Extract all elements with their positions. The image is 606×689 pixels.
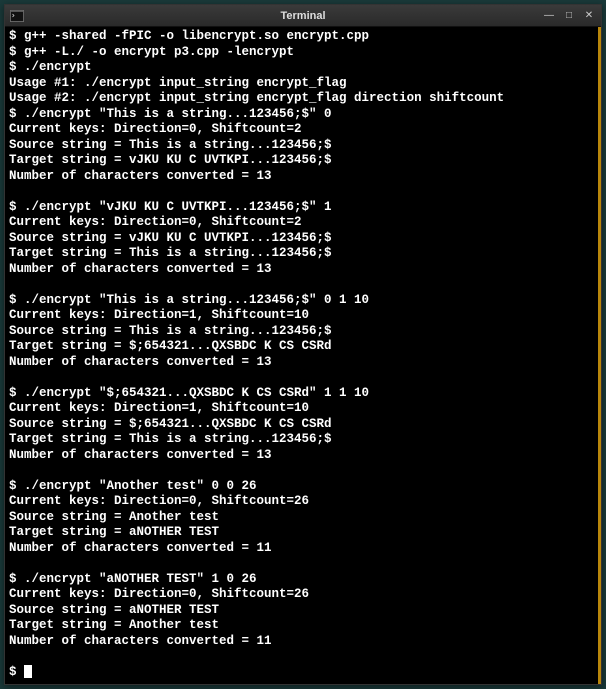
terminal-line: Number of characters converted = 13 xyxy=(9,169,594,185)
terminal-line xyxy=(9,556,594,572)
terminal-line xyxy=(9,463,594,479)
terminal-line xyxy=(9,277,594,293)
terminal-line: Current keys: Direction=0, Shiftcount=26 xyxy=(9,494,594,510)
terminal-line: Source string = $;654321...QXSBDC K CS C… xyxy=(9,417,594,433)
maximize-button[interactable]: □ xyxy=(561,9,577,23)
window-controls: — □ ✕ xyxy=(541,9,601,23)
terminal-line: $ ./encrypt xyxy=(9,60,594,76)
terminal-line xyxy=(9,184,594,200)
terminal-line: $ ./encrypt "Another test" 0 0 26 xyxy=(9,479,594,495)
cursor xyxy=(24,665,32,678)
minimize-button[interactable]: — xyxy=(541,9,557,23)
prompt-line[interactable]: $ xyxy=(9,665,594,681)
terminal-line: Current keys: Direction=0, Shiftcount=2 xyxy=(9,215,594,231)
terminal-line: $ ./encrypt "This is a string...123456;$… xyxy=(9,293,594,309)
terminal-line: $ ./encrypt "$;654321...QXSBDC K CS CSRd… xyxy=(9,386,594,402)
terminal-line: $ ./encrypt "This is a string...123456;$… xyxy=(9,107,594,123)
terminal-line: Current keys: Direction=0, Shiftcount=26 xyxy=(9,587,594,603)
terminal-line: Source string = This is a string...12345… xyxy=(9,324,594,340)
terminal-body[interactable]: $ g++ -shared -fPIC -o libencrypt.so enc… xyxy=(5,27,601,684)
terminal-line xyxy=(9,370,594,386)
terminal-line xyxy=(9,649,594,665)
close-button[interactable]: ✕ xyxy=(581,9,597,23)
terminal-line: Target string = $;654321...QXSBDC K CS C… xyxy=(9,339,594,355)
terminal-line: Current keys: Direction=1, Shiftcount=10 xyxy=(9,401,594,417)
window-title: Terminal xyxy=(5,10,601,22)
terminal-line: Source string = aNOTHER TEST xyxy=(9,603,594,619)
terminal-line: $ g++ -L./ -o encrypt p3.cpp -lencrypt xyxy=(9,45,594,61)
terminal-line: Number of characters converted = 13 xyxy=(9,448,594,464)
terminal-output: $ g++ -shared -fPIC -o libencrypt.so enc… xyxy=(9,29,594,665)
terminal-line: Number of characters converted = 11 xyxy=(9,541,594,557)
terminal-line: Target string = aNOTHER TEST xyxy=(9,525,594,541)
terminal-line: Current keys: Direction=0, Shiftcount=2 xyxy=(9,122,594,138)
terminal-line: Number of characters converted = 13 xyxy=(9,262,594,278)
terminal-line: Number of characters converted = 11 xyxy=(9,634,594,650)
terminal-icon xyxy=(9,8,25,24)
titlebar[interactable]: Terminal — □ ✕ xyxy=(5,5,601,27)
terminal-line: $ ./encrypt "vJKU KU C UVTKPI...123456;$… xyxy=(9,200,594,216)
terminal-line: Current keys: Direction=1, Shiftcount=10 xyxy=(9,308,594,324)
terminal-window: Terminal — □ ✕ $ g++ -shared -fPIC -o li… xyxy=(4,4,602,685)
terminal-line: Target string = This is a string...12345… xyxy=(9,246,594,262)
prompt: $ xyxy=(9,665,24,681)
terminal-line: Target string = vJKU KU C UVTKPI...12345… xyxy=(9,153,594,169)
terminal-line: $ g++ -shared -fPIC -o libencrypt.so enc… xyxy=(9,29,594,45)
terminal-line: Usage #2: ./encrypt input_string encrypt… xyxy=(9,91,594,107)
terminal-line: Source string = Another test xyxy=(9,510,594,526)
terminal-line: Source string = This is a string...12345… xyxy=(9,138,594,154)
terminal-line: Target string = This is a string...12345… xyxy=(9,432,594,448)
terminal-line: Source string = vJKU KU C UVTKPI...12345… xyxy=(9,231,594,247)
terminal-line: Usage #1: ./encrypt input_string encrypt… xyxy=(9,76,594,92)
terminal-line: $ ./encrypt "aNOTHER TEST" 1 0 26 xyxy=(9,572,594,588)
terminal-line: Target string = Another test xyxy=(9,618,594,634)
terminal-line: Number of characters converted = 13 xyxy=(9,355,594,371)
